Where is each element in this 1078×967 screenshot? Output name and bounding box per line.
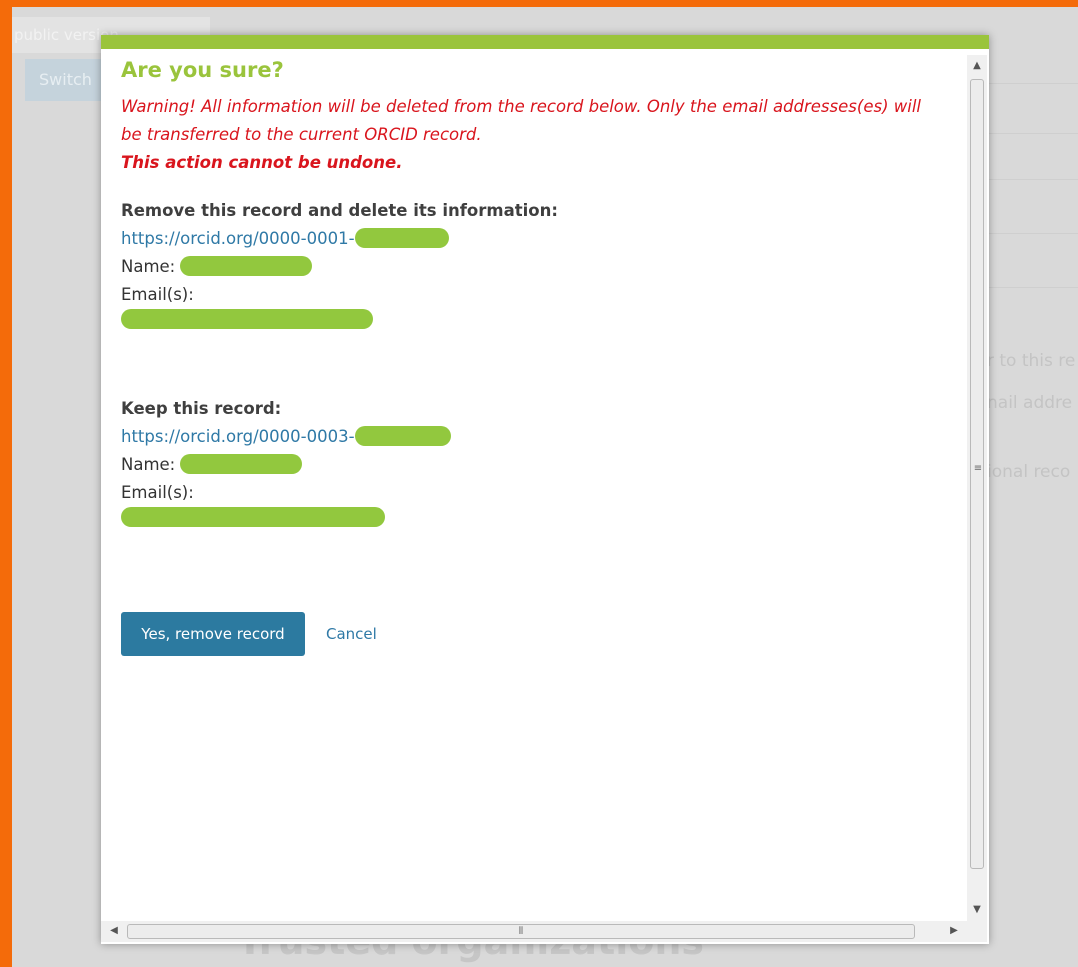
background-divider xyxy=(987,83,1078,84)
remove-orcid-link[interactable]: https://orcid.org/0000-0001- xyxy=(121,229,355,248)
grip-icon: ⦀ xyxy=(518,926,524,937)
keep-orcid-row: https://orcid.org/0000-0003- xyxy=(121,423,951,451)
warning-undo-notice: This action cannot be undone. xyxy=(121,153,403,172)
scroll-left-arrow-icon[interactable]: ◀ xyxy=(107,926,121,936)
vertical-scroll-thumb[interactable]: ≡ xyxy=(970,79,984,869)
name-label: Name: xyxy=(121,257,181,276)
horizontal-scroll-thumb[interactable]: ⦀ xyxy=(127,924,915,939)
remove-orcid-row: https://orcid.org/0000-0001- xyxy=(121,225,951,253)
remove-name-row: Name: xyxy=(121,253,951,281)
background-divider xyxy=(987,233,1078,234)
redaction xyxy=(121,507,385,527)
dialog-title: Are you sure? xyxy=(121,58,284,82)
redaction xyxy=(180,454,303,474)
confirm-dialog: Are you sure? Warning! All information w… xyxy=(101,35,989,944)
redaction xyxy=(354,228,449,248)
keep-emails-row xyxy=(121,507,951,535)
background-divider xyxy=(987,287,1078,288)
vertical-scrollbar[interactable]: ▲ ≡ ▼ xyxy=(967,55,987,921)
emails-label: Email(s): xyxy=(121,483,194,502)
keep-name-row: Name: xyxy=(121,451,951,479)
keep-orcid-link[interactable]: https://orcid.org/0000-0003- xyxy=(121,427,355,446)
background-divider xyxy=(987,133,1078,134)
scroll-right-arrow-icon[interactable]: ▶ xyxy=(947,926,961,936)
warning-text-line2: be transferred to the current ORCID reco… xyxy=(121,125,482,144)
background-text: r to this re xyxy=(987,351,1076,371)
redaction xyxy=(354,426,451,446)
scroll-up-arrow-icon[interactable]: ▲ xyxy=(970,61,984,71)
redaction xyxy=(180,256,313,276)
name-label: Name: xyxy=(121,455,181,474)
remove-section-heading: Remove this record and delete its inform… xyxy=(121,201,558,220)
cancel-link[interactable]: Cancel xyxy=(326,612,377,656)
dialog-accent-bar xyxy=(101,35,989,49)
horizontal-scrollbar[interactable]: ◀ ⦀ ▶ xyxy=(101,921,967,942)
scrollbar-corner xyxy=(967,921,987,942)
remove-emails-row xyxy=(121,309,951,337)
scroll-down-arrow-icon[interactable]: ▼ xyxy=(970,905,984,915)
screenshot-frame: public version Switch r to this re nail … xyxy=(0,0,1078,967)
background-text: nail addre xyxy=(987,393,1073,413)
grip-icon: ≡ xyxy=(973,463,983,474)
confirm-remove-button[interactable]: Yes, remove record xyxy=(121,612,305,656)
keep-section-heading: Keep this record: xyxy=(121,399,282,418)
redaction xyxy=(121,309,373,329)
dialog-content: Are you sure? Warning! All information w… xyxy=(121,57,951,535)
warning-text-line1: Warning! All information will be deleted… xyxy=(121,97,921,116)
emails-label: Email(s): xyxy=(121,285,194,304)
background-text: ional reco xyxy=(987,462,1071,482)
background-divider xyxy=(987,179,1078,180)
